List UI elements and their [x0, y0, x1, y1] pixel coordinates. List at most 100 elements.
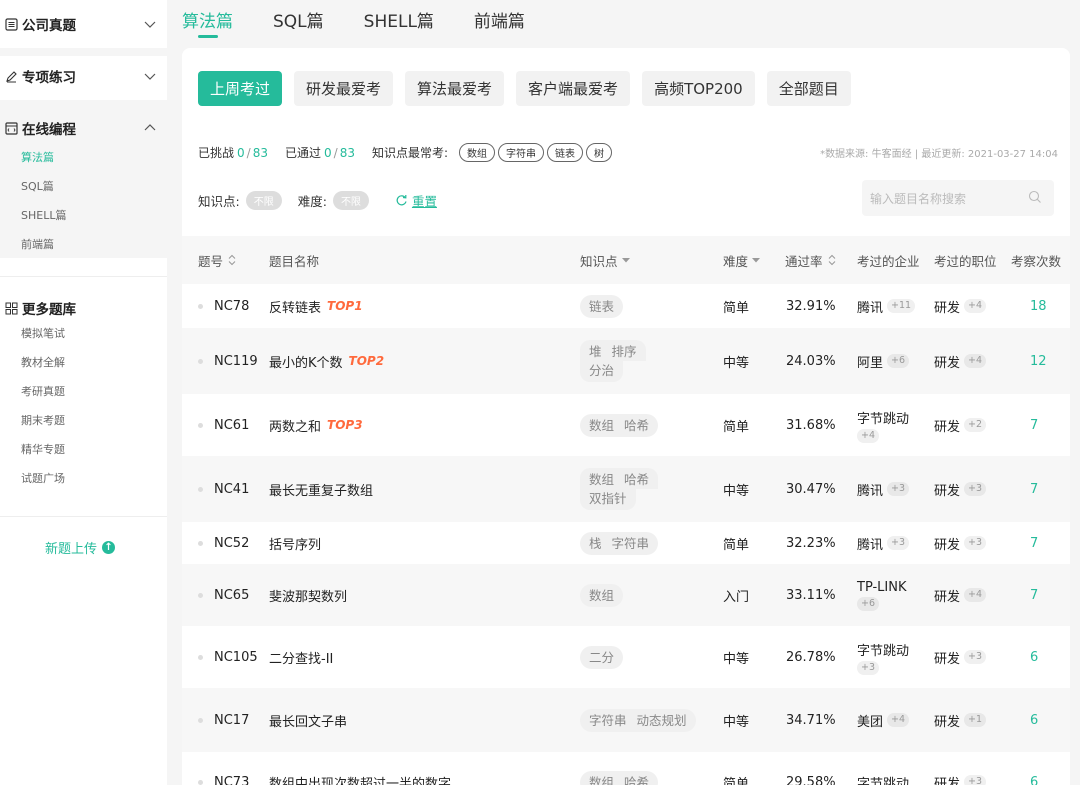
reset-button[interactable]: 重置	[395, 191, 437, 210]
question-title[interactable]: 两数之和	[269, 416, 321, 435]
topic-filter-pill[interactable]: 不限	[245, 191, 282, 210]
sidebar-item-shell[interactable]: SHELL篇	[0, 200, 167, 229]
sidebar-item-featured[interactable]: 精华专题	[0, 434, 167, 463]
question-title[interactable]: 括号序列	[269, 534, 321, 553]
total-count: 83	[252, 145, 268, 160]
row-title[interactable]: 括号序列	[269, 522, 321, 564]
chevron-down-icon	[143, 69, 157, 83]
company-more-badge[interactable]: +3	[887, 536, 910, 550]
table-row[interactable]: NC61 两数之和 TOP3 数组 哈希 简单 31.68% 字节跳动 +4 研发 …	[182, 394, 1070, 456]
table-row[interactable]: NC41 最长无重复子数组 数组 哈希 双指针 中等 30.47% 腾讯 +3 研发…	[182, 456, 1070, 522]
sidebar-head-label: 专项练习	[22, 70, 76, 86]
sidebar-item-sql[interactable]: SQL篇	[0, 171, 167, 200]
company-more-badge[interactable]: +11	[887, 299, 916, 313]
topic-tags: 数组 哈希	[580, 413, 659, 437]
topic-chip[interactable]: 字符串	[498, 143, 545, 162]
row-title[interactable]: 反转链表 TOP1	[269, 284, 363, 328]
question-title[interactable]: 最小的K个数	[269, 352, 343, 371]
sidebar-head-more[interactable]: 更多题库	[0, 288, 167, 328]
company-more-badge[interactable]: +3	[857, 660, 880, 675]
question-id: NC119	[214, 353, 258, 369]
topic-chip[interactable]: 链表	[547, 143, 584, 162]
sidebar-head-company[interactable]: 公司真题	[0, 4, 167, 44]
status-dot	[198, 717, 203, 723]
row-title[interactable]: 最小的K个数 TOP2	[269, 328, 384, 394]
exam-count: 6	[1030, 712, 1039, 728]
col-count: 考察次数	[1011, 253, 1062, 269]
table-row[interactable]: NC52 括号序列 栈字符串 简单 32.23% 腾讯 +3 研发 +3 7	[182, 522, 1070, 564]
question-title[interactable]: 斐波那契数列	[269, 586, 347, 605]
position-more-badge[interactable]: +4	[964, 354, 987, 368]
table-row[interactable]: NC78 反转链表 TOP1 链表 简单 32.91% 腾讯 +11 研发 +4 …	[182, 284, 1070, 328]
col-topic[interactable]: 知识点	[580, 236, 631, 284]
category-top200[interactable]: 高频TOP200	[642, 71, 755, 106]
tab-shell[interactable]: SHELL篇	[364, 0, 434, 38]
table-row[interactable]: NC65 斐波那契数列 数组 入门 33.11% TP-LINK +6 研发 +4…	[182, 564, 1070, 626]
row-title[interactable]: 最长回文子串	[269, 688, 347, 752]
upload-button[interactable]: 新题上传 ↑	[45, 538, 116, 557]
difficulty: 简单	[723, 419, 750, 435]
sidebar-item-frontend[interactable]: 前端篇	[0, 229, 167, 258]
position-more-badge[interactable]: +3	[964, 536, 987, 550]
company-more-badge[interactable]: +6	[857, 596, 880, 611]
position-more-badge[interactable]: +3	[964, 775, 987, 785]
row-title[interactable]: 两数之和 TOP3	[269, 394, 363, 456]
row-title[interactable]: 二分查找-II	[269, 626, 333, 688]
sidebar-group-practice[interactable]: 专项练习	[0, 56, 167, 96]
sidebar-group-company[interactable]: 公司真题	[0, 4, 167, 44]
tab-frontend[interactable]: 前端篇	[474, 0, 525, 38]
category-last-week[interactable]: 上周考过	[198, 71, 283, 106]
position-more-badge[interactable]: +1	[964, 713, 987, 727]
company-more-badge[interactable]: +4	[887, 713, 910, 727]
table-row[interactable]: NC17 最长回文子串 字符串 动态规划 中等 34.71% 美团 +4 研发 +1…	[182, 688, 1070, 752]
row-topics: 链表	[580, 284, 624, 328]
category-client[interactable]: 客户端最爱考	[516, 71, 631, 106]
tab-algorithm[interactable]: 算法篇	[182, 0, 233, 38]
search-input[interactable]: 输入题目名称搜索	[862, 180, 1054, 216]
question-title[interactable]: 数组中出现次数超过一半的数字	[269, 773, 451, 785]
topic-tags: 字符串 动态规划	[580, 708, 696, 732]
position-name: 研发	[934, 483, 961, 499]
position-more-badge[interactable]: +3	[964, 482, 987, 496]
sidebar-item-square[interactable]: 试题广场	[0, 463, 167, 492]
position-more-badge[interactable]: +2	[964, 418, 987, 432]
row-position: 研发 +4	[934, 328, 987, 394]
topic-tags: 分治	[580, 361, 624, 382]
sidebar-item-textbook[interactable]: 教材全解	[0, 347, 167, 376]
tab-sql[interactable]: SQL篇	[273, 0, 324, 38]
question-title[interactable]: 最长回文子串	[269, 711, 347, 730]
company-more-badge[interactable]: +4	[857, 428, 880, 443]
company-more-badge[interactable]: +6	[887, 354, 910, 368]
category-algo[interactable]: 算法最爱考	[405, 71, 505, 106]
topic-chip[interactable]: 树	[586, 143, 613, 162]
position-more-badge[interactable]: +4	[964, 588, 987, 602]
category-dev[interactable]: 研发最爱考	[294, 71, 394, 106]
position-more-badge[interactable]: +3	[964, 650, 987, 664]
row-title[interactable]: 斐波那契数列	[269, 564, 347, 626]
question-title[interactable]: 二分查找-II	[269, 648, 333, 667]
sidebar-head-online[interactable]: 在线编程	[0, 108, 167, 148]
category-all[interactable]: 全部题目	[766, 71, 851, 106]
company-more-badge[interactable]: +3	[887, 482, 910, 496]
table-row[interactable]: NC105 二分查找-II 二分 中等 26.78% 字节跳动 +3 研发 +3 …	[182, 626, 1070, 688]
question-title[interactable]: 最长无重复子数组	[269, 480, 373, 499]
row-title[interactable]: 最长无重复子数组	[269, 456, 373, 522]
table-row[interactable]: NC119 最小的K个数 TOP2 堆排序 分治 中等 24.03% 阿里 +6 …	[182, 328, 1070, 394]
question-title[interactable]: 反转链表	[269, 297, 321, 316]
stats-bar: 已挑战 0 / 83 已通过 0 / 83 知识点最常考: 数组 字符串 链表 …	[198, 143, 1058, 162]
sidebar-head-practice[interactable]: 专项练习	[0, 56, 167, 96]
row-company: 美团 +4	[857, 688, 910, 752]
position-more-badge[interactable]: +4	[964, 299, 987, 313]
topic-chip[interactable]: 数组	[459, 143, 496, 162]
topic-tags: 二分	[580, 645, 624, 669]
row-title[interactable]: 数组中出现次数超过一半的数字	[269, 752, 451, 785]
col-id[interactable]: 题号	[198, 236, 237, 284]
col-pass-rate[interactable]: 通过率	[785, 236, 837, 284]
topic-filter-label: 知识点:	[198, 194, 240, 209]
difficulty-filter-pill[interactable]: 不限	[332, 191, 369, 210]
row-position: 研发 +2	[934, 394, 987, 456]
sidebar-item-final[interactable]: 期末考题	[0, 405, 167, 434]
table-row[interactable]: NC73 数组中出现次数超过一半的数字 数组 哈希 简单 29.58% 字节跳动 …	[182, 752, 1070, 785]
col-difficulty[interactable]: 难度	[723, 236, 761, 284]
sidebar-item-postgrad[interactable]: 考研真题	[0, 376, 167, 405]
